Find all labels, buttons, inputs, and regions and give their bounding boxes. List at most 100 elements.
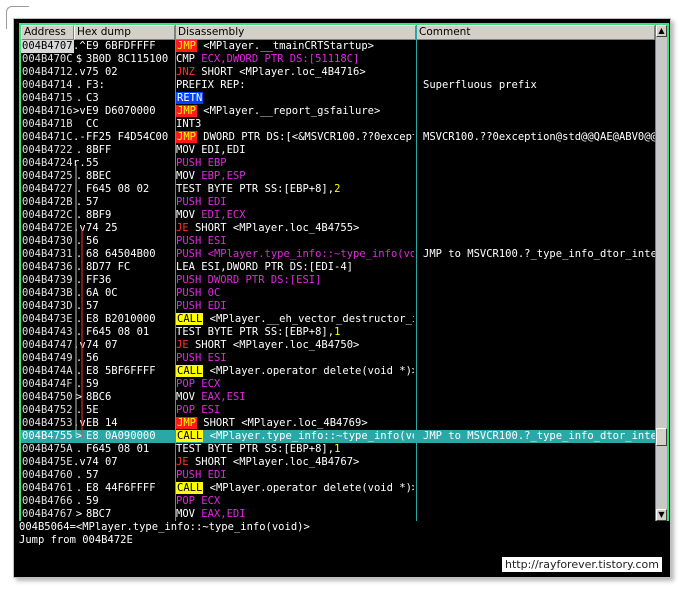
disassembly-cell: CALL <MPlayer.__eh_vector_destructor_ite (176, 313, 414, 326)
table-row[interactable]: 004B4707 .^ E9 6BFDFFFF JMP <MPlayer.__tmai… (21, 40, 655, 53)
address-cell: 004B4752 (22, 404, 73, 416)
table-row[interactable]: 004B4722. 8BFF MOV EDI,EDI (21, 144, 655, 157)
table-row[interactable]: 004B473D. 57 PUSH EDI (21, 300, 655, 313)
table-row[interactable]: 004B4743. F645 08 01 TEST BYTE PTR SS:[EBP… (21, 326, 655, 339)
table-row[interactable]: 004B4724 r. 55 PUSH EBP (21, 157, 655, 170)
address-cell: 004B470C (22, 53, 73, 65)
table-row[interactable]: 004B4747 .v 74 07 JE SHORT <MPlayer.loc_4B4… (21, 339, 655, 352)
header-comment[interactable]: Comment (416, 25, 655, 40)
mnemonic: JE (176, 339, 189, 351)
mnemonic: TEST (176, 183, 202, 195)
table-row[interactable]: 004B4727. F645 08 02 TEST BYTE PTR SS:[EBP… (21, 183, 655, 196)
table-row[interactable]: 004B4714. F3: PREFIX REP: Superfluous prefi… (21, 79, 655, 92)
table-row[interactable]: 004B4750 >8BC6 MOV EAX,ESI (21, 391, 655, 404)
info-line-jump-from: Jump from 004B472E (19, 534, 133, 546)
disassembly-cell: POP ECX (176, 495, 414, 508)
operand: ESI (194, 404, 221, 416)
table-row[interactable]: 004B472E .v 74 25 JE SHORT <MPlayer.loc_4B4… (21, 222, 655, 235)
table-row[interactable]: 004B4715. C3 RETN (21, 92, 655, 105)
header-hex-dump[interactable]: Hex dump (74, 25, 175, 40)
table-row[interactable]: 004B475A. F645 08 01 TEST BYTE PTR SS:[EBP… (21, 443, 655, 456)
jump-marker: . (75, 495, 83, 507)
operand: ESI (201, 352, 227, 364)
address-cell: 004B4712 (22, 66, 73, 78)
hex-cell: FF25 F4D54C00 (86, 131, 169, 143)
operand: ECX (194, 378, 221, 390)
vertical-scrollbar[interactable]: ▲ ▼ (655, 25, 667, 521)
disassembly-cell: PUSH EBP (176, 157, 414, 170)
scrollbar-thumb[interactable] (656, 428, 667, 446)
comment-cell (420, 261, 655, 274)
address-cell: 004B4766 (22, 495, 73, 507)
table-row[interactable]: 004B470C $3B0D 8C115100 CMP ECX,DWORD PTR … (21, 53, 655, 66)
jump-marker: . (75, 274, 83, 286)
table-row[interactable]: 004B475E .v 74 07 JE SHORT <MPlayer.loc_4B4… (21, 456, 655, 469)
operand: EBP (201, 157, 227, 169)
table-row[interactable]: 004B472C. 8BF9 MOV EDI,ECX (21, 209, 655, 222)
mnemonic: JMP (176, 131, 197, 143)
jump-marker: r. (73, 157, 85, 169)
table-row[interactable]: 004B471C .- FF25 F4D54C00 JMP DWORD PTR DS:… (21, 131, 655, 144)
disassembly-cell: CALL <MPlayer.operator delete(void *)> (176, 365, 414, 378)
table-row[interactable]: 004B4766. 59 POP ECX (21, 495, 655, 508)
table-row[interactable]: 004B474F. 59 POP ECX (21, 378, 655, 391)
info-pane: 004B5064=<MPlayer.type_info::~type_info(… (19, 521, 669, 561)
jump-marker: . (75, 482, 83, 494)
jump-marker: . (75, 235, 83, 247)
jump-marker: . (75, 378, 83, 390)
hex-cell: F645 08 01 (86, 326, 150, 338)
jump-marker: . (75, 170, 83, 182)
scroll-down-button[interactable]: ▼ (656, 509, 667, 521)
jump-marker: . (75, 196, 83, 208)
table-row[interactable]: 004B4730. 56 PUSH ESI (21, 235, 655, 248)
column-header: Address Hex dump Disassembly Comment (21, 25, 655, 40)
column-divider (416, 25, 417, 521)
hex-cell: 74 07 (86, 456, 118, 468)
table-row[interactable]: 004B4739. FF36 PUSH DWORD PTR DS:[ESI] (21, 274, 655, 287)
comment-cell (420, 222, 655, 235)
table-row[interactable]: 004B4755 > E8 0A090000 CALL <MPlayer.type_i… (21, 430, 655, 443)
table-row[interactable]: 004B4749. 56 PUSH ESI (21, 352, 655, 365)
mnemonic: JMP (176, 417, 197, 429)
disassembly-pane[interactable]: Address Hex dump Disassembly Comment 004… (19, 23, 669, 523)
disassembly-cell: CALL <MPlayer.type_info::~type_info(voi (176, 430, 414, 443)
disassembly-cell: JE SHORT <MPlayer.loc_4B4767> (176, 456, 414, 469)
jump-marker: . (75, 313, 83, 325)
table-row[interactable]: 004B4736. 8D77 FC LEA ESI,DWORD PTR DS:[ED… (21, 261, 655, 274)
mnemonic: JE (176, 222, 189, 234)
jump-marker: . (75, 326, 83, 338)
disassembly-cell: MOV EAX,EDI (176, 508, 414, 521)
header-address[interactable]: Address (21, 25, 74, 40)
table-row[interactable]: 004B4712 .v 75 02 JNZ SHORT <MPlayer.loc_4B… (21, 66, 655, 79)
mnemonic: JMP (176, 105, 197, 117)
scroll-up-button[interactable]: ▲ (656, 25, 667, 37)
table-row[interactable]: 004B4716 >v E9 D6070000 JMP <MPlayer.__repo… (21, 105, 655, 118)
mnemonic: CALL (176, 430, 204, 442)
comment-cell (420, 287, 655, 300)
table-row[interactable]: 004B4761. E8 44F6FFFF CALL <MPlayer.operat… (21, 482, 655, 495)
table-row[interactable]: 004B4752. 5E POP ESI (21, 404, 655, 417)
table-row[interactable]: 004B473B. 6A 0C PUSH 0C (21, 287, 655, 300)
operand: <MPlayer.__eh_vector_destructor_ite (203, 313, 414, 325)
operand: 0C (201, 287, 221, 299)
header-disassembly[interactable]: Disassembly (175, 25, 416, 40)
disassembly-cell: INT3 (176, 118, 414, 131)
table-row[interactable]: 004B4731. 68 64504B00 PUSH <MPlayer.type_i… (21, 248, 655, 261)
table-row[interactable]: 004B4760. 57 PUSH EDI (21, 469, 655, 482)
disassembly-cell: TEST BYTE PTR SS:[EBP+8],1 (176, 443, 414, 456)
comment-cell: Superfluous prefix (423, 79, 537, 91)
table-row[interactable]: 004B4767 >8BC7 MOV EAX,EDI (21, 508, 655, 521)
table-row[interactable]: 004B474A. E8 5BF6FFFF CALL <MPlayer.operat… (21, 365, 655, 378)
address-cell: 004B4716 (22, 105, 73, 117)
table-row[interactable]: 004B472B. 57 PUSH EDI (21, 196, 655, 209)
table-row[interactable]: 004B4753 .v EB 14 JMP SHORT <MPlayer.loc_4B… (21, 417, 655, 430)
disassembly-cell: MOV EDI,ECX (176, 209, 414, 222)
disassembly-cell: JMP <MPlayer.__tmainCRTStartup> (176, 40, 414, 53)
table-row[interactable]: 004B4725. 8BEC MOV EBP,ESP (21, 170, 655, 183)
comment-cell (420, 391, 655, 404)
address-cell: 004B4760 (22, 469, 73, 481)
comment-cell (420, 105, 655, 118)
table-row[interactable]: 004B473E. E8 B2010000 CALL <MPlayer.__eh_v… (21, 313, 655, 326)
table-row[interactable]: 004B471B CC INT3 (21, 118, 655, 131)
watermark-text: http://rayforever.tistory.com (501, 557, 662, 572)
